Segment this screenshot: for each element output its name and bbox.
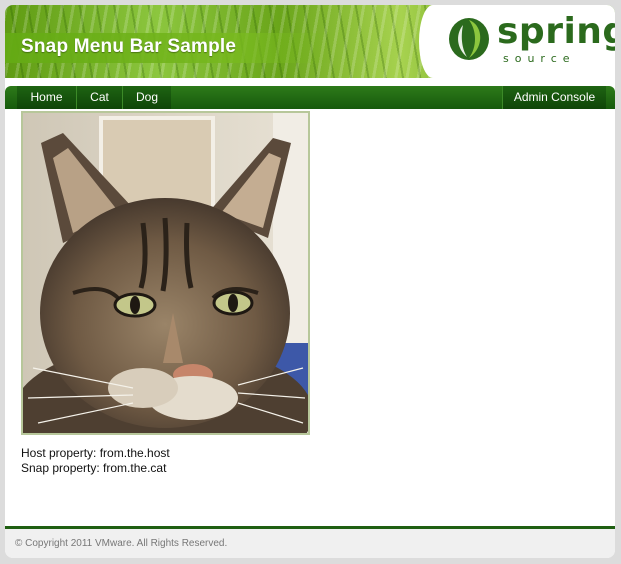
logo-wordmark: spring bbox=[497, 11, 615, 52]
nav-item-cat[interactable]: Cat bbox=[77, 86, 123, 109]
cat-illustration bbox=[23, 113, 308, 433]
nav-item-dog[interactable]: Dog bbox=[123, 86, 171, 109]
springsource-logo[interactable]: spring source bbox=[419, 5, 615, 78]
page-title: Snap Menu Bar Sample bbox=[21, 36, 237, 57]
menu-bar: Home Cat Dog Admin Console bbox=[5, 86, 615, 109]
property-list: Host property: from.the.host Snap proper… bbox=[21, 446, 170, 476]
cat-photo bbox=[21, 111, 310, 435]
header-banner: Snap Menu Bar Sample spring source bbox=[5, 5, 615, 78]
footer: © Copyright 2011 VMware. All Rights Rese… bbox=[5, 529, 615, 558]
nav-item-admin-console[interactable]: Admin Console bbox=[502, 86, 606, 109]
spring-leaf-icon bbox=[449, 18, 489, 60]
logo-subtitle: source bbox=[503, 52, 576, 65]
host-property: Host property: from.the.host bbox=[21, 446, 170, 460]
copyright-text: © Copyright 2011 VMware. All Rights Rese… bbox=[15, 538, 228, 549]
snap-property: Snap property: from.the.cat bbox=[21, 461, 167, 475]
nav-item-home[interactable]: Home bbox=[17, 86, 77, 109]
page-container: Snap Menu Bar Sample spring source Home … bbox=[5, 5, 615, 558]
